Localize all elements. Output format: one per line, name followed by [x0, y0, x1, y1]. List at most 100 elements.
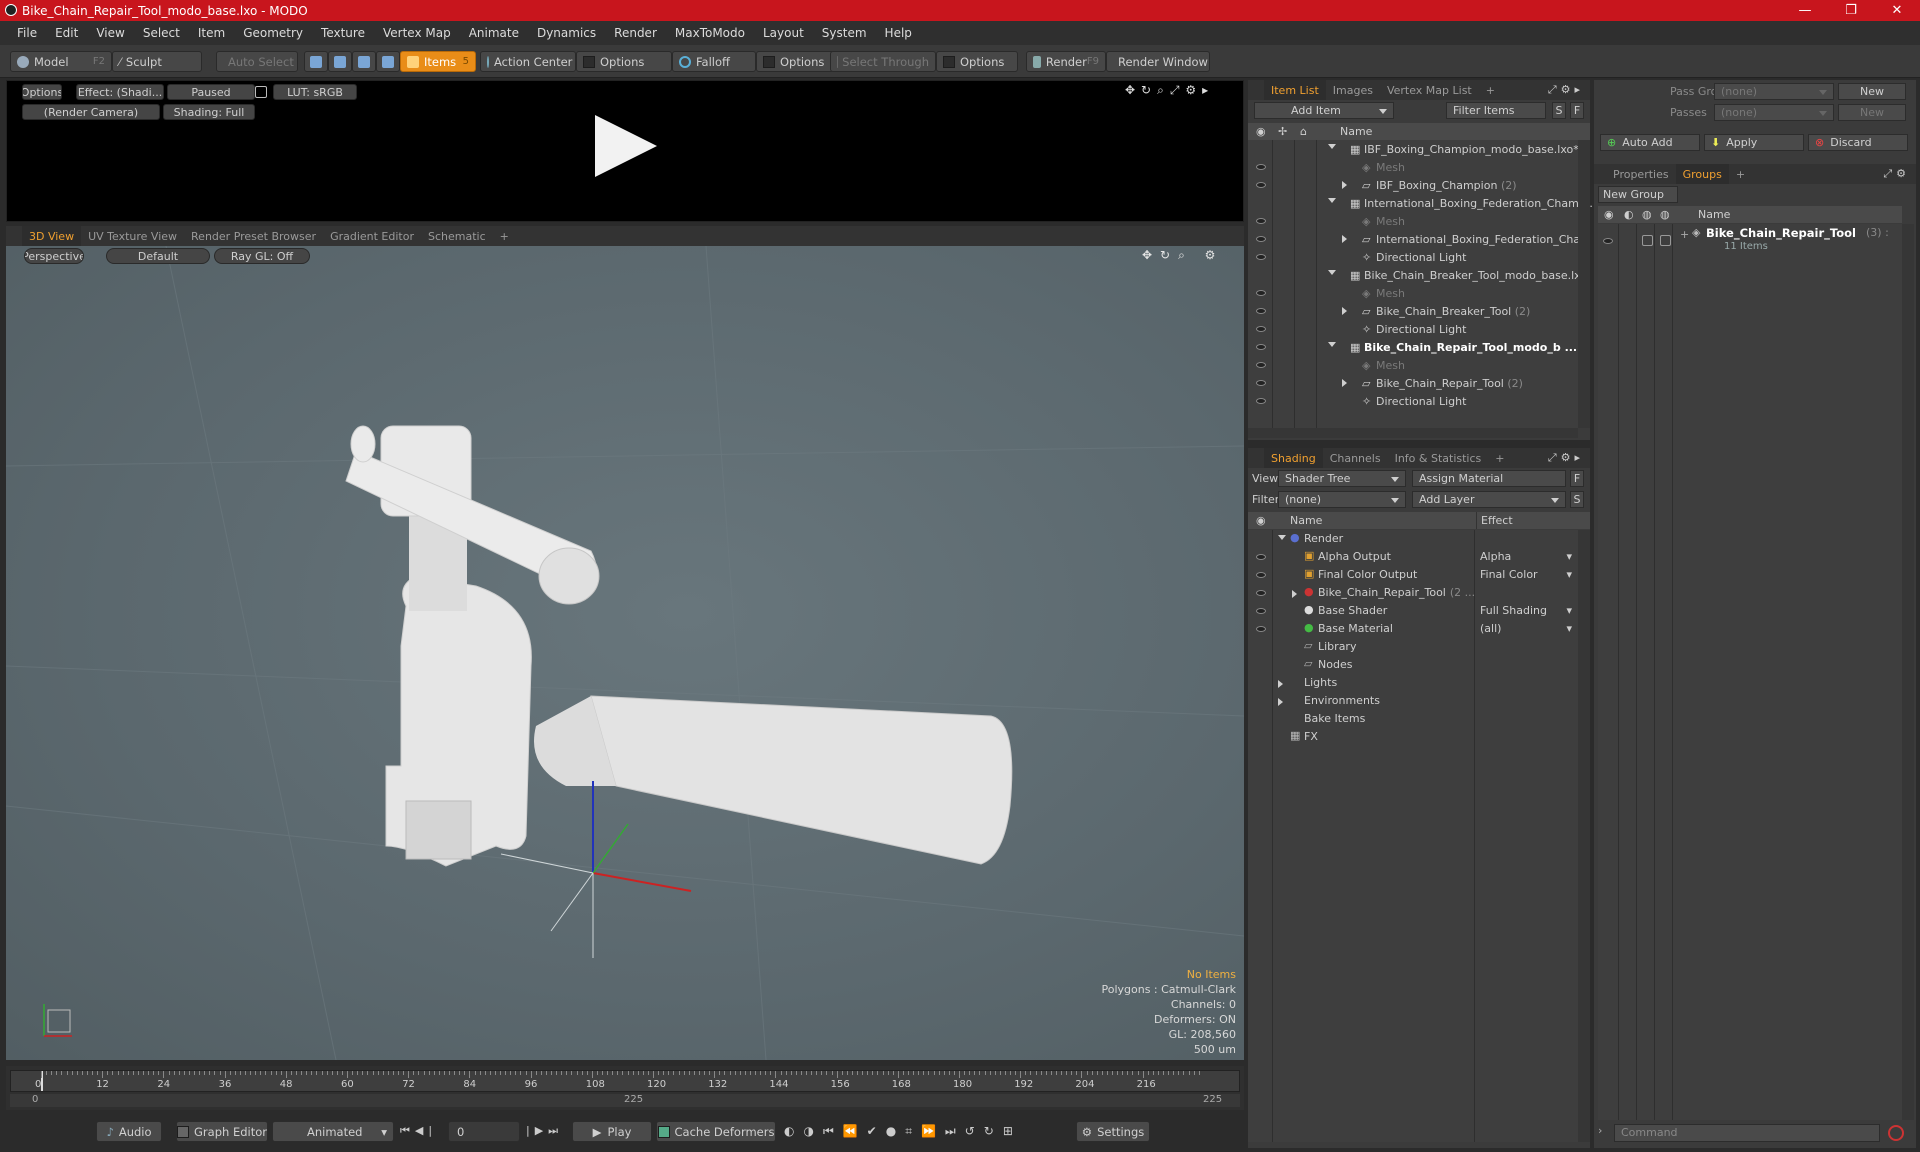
discard-button[interactable]: ⊗ Discard: [1808, 134, 1908, 151]
expand-icon[interactable]: [1328, 269, 1336, 279]
new-group-button[interactable]: New Group: [1598, 186, 1678, 203]
tree-row-mesh[interactable]: ◈ Mesh: [1248, 158, 1578, 176]
visibility-eye-icon[interactable]: [1256, 324, 1266, 334]
ray-gl-toggle[interactable]: Ray GL: Off: [214, 248, 310, 264]
tree-row-group[interactable]: ▱ International_Boxing_Federation_Cha...: [1248, 230, 1591, 248]
shading-s-button[interactable]: S: [1570, 491, 1584, 508]
shader-tree-row[interactable]: ● Base Material (all) ▾: [1248, 620, 1578, 638]
menu-system[interactable]: System: [813, 26, 876, 40]
passes-dropdown[interactable]: (none): [1714, 104, 1834, 121]
settings-button[interactable]: ⚙ Settings: [1076, 1121, 1150, 1142]
chevron-down-icon[interactable]: ▾: [1566, 568, 1572, 581]
expand-icon[interactable]: [1328, 143, 1336, 153]
visibility-eye-icon[interactable]: [1256, 360, 1266, 370]
select-checkbox[interactable]: [1660, 235, 1671, 246]
select-options-button[interactable]: Options: [936, 51, 1018, 72]
panel-options-icons[interactable]: ⤢⚙▸: [1548, 451, 1584, 465]
expand-icon[interactable]: +: [1680, 228, 1689, 241]
falloff-button[interactable]: Falloff: [672, 51, 756, 72]
menu-layout[interactable]: Layout: [754, 26, 813, 40]
visibility-eye-icon[interactable]: [1256, 606, 1266, 616]
tab-item-list[interactable]: Item List: [1264, 80, 1326, 100]
visibility-eye-icon[interactable]: [1256, 306, 1266, 316]
view-dropdown[interactable]: Shader Tree: [1278, 470, 1406, 487]
visibility-eye-icon[interactable]: [1256, 588, 1266, 598]
minimize-button[interactable]: —: [1782, 0, 1828, 21]
tab-uv-texture-view[interactable]: UV Texture View: [81, 226, 184, 246]
expand-icon[interactable]: [1342, 180, 1351, 189]
tree-row-mesh[interactable]: ◈ Mesh: [1248, 356, 1578, 374]
shader-tree-row[interactable]: ● Bike_Chain_Repair_Tool (2 ...: [1248, 584, 1578, 602]
action-center-button[interactable]: Action Center: [480, 51, 576, 72]
auto-select-button[interactable]: Auto Select: [216, 51, 298, 72]
action-center-options-button[interactable]: Options: [576, 51, 672, 72]
visibility-eye-icon[interactable]: [1256, 624, 1266, 634]
lock-checkbox[interactable]: [1642, 235, 1653, 246]
tree-row-scene[interactable]: ▦ International_Boxing_Federation_Cham ..…: [1248, 194, 1593, 212]
menu-edit[interactable]: Edit: [46, 26, 87, 40]
shader-tree-row[interactable]: ▣ Alpha Output Alpha ▾: [1248, 548, 1578, 566]
tree-row-light[interactable]: ✧ Directional Light: [1248, 392, 1578, 410]
shading-dropdown[interactable]: Shading: Full: [163, 104, 255, 120]
expand-icon[interactable]: [1278, 698, 1287, 706]
visibility-eye-icon[interactable]: [1256, 342, 1266, 352]
expand-icon[interactable]: [1328, 341, 1336, 351]
panel-options-icons[interactable]: ⤢⚙: [1883, 167, 1910, 181]
expand-icon[interactable]: [1342, 378, 1351, 387]
tab-info-statistics[interactable]: Info & Statistics: [1388, 448, 1489, 468]
menu-vertex-map[interactable]: Vertex Map: [374, 26, 460, 40]
visibility-eye-icon[interactable]: [1256, 252, 1266, 262]
tree-row-scene[interactable]: ▦ Bike_Chain_Repair_Tool_modo_b ...: [1248, 338, 1578, 356]
expand-icon[interactable]: [1342, 234, 1351, 243]
vertices-select-button[interactable]: [304, 51, 328, 72]
visibility-eye-icon[interactable]: [1256, 234, 1266, 244]
tab-3d-view[interactable]: 3D View: [22, 226, 82, 246]
tab-schematic[interactable]: Schematic: [421, 226, 493, 246]
select-through-button[interactable]: Select Through: [830, 51, 936, 72]
menu-texture[interactable]: Texture: [312, 26, 374, 40]
shader-tree-row[interactable]: Lights: [1248, 674, 1578, 692]
record-icon[interactable]: [1888, 1125, 1904, 1141]
tab-properties[interactable]: Properties: [1606, 164, 1676, 184]
shader-tree-row[interactable]: ● Base Shader Full Shading ▾: [1248, 602, 1578, 620]
visibility-eye-icon[interactable]: [1603, 236, 1613, 246]
visibility-eye-icon[interactable]: [1256, 216, 1266, 226]
visibility-eye-icon[interactable]: [1256, 570, 1266, 580]
tab-render-preset-browser[interactable]: Render Preset Browser: [184, 226, 323, 246]
shader-row-effect[interactable]: (all): [1480, 622, 1501, 635]
menu-select[interactable]: Select: [134, 26, 189, 40]
tree-row-mesh[interactable]: ◈ Mesh: [1248, 212, 1578, 230]
visibility-eye-icon[interactable]: [1256, 180, 1266, 190]
shader-row-effect[interactable]: Full Shading: [1480, 604, 1547, 617]
passes-new-button[interactable]: New: [1838, 104, 1906, 121]
shader-row-effect[interactable]: Final Color: [1480, 568, 1538, 581]
cache-deformers-button[interactable]: Cache Deformers: [656, 1121, 776, 1142]
animated-dropdown[interactable]: Animated ▾: [272, 1121, 394, 1142]
tree-row-mesh[interactable]: ◈ Mesh: [1248, 284, 1578, 302]
menu-help[interactable]: Help: [876, 26, 921, 40]
command-input[interactable]: Command: [1614, 1124, 1880, 1142]
shader-tree-row[interactable]: ▣ Final Color Output Final Color ▾: [1248, 566, 1578, 584]
prev-key-buttons[interactable]: ⏮◀|: [400, 1124, 450, 1140]
add-tab-button[interactable]: +: [1479, 80, 1502, 100]
menu-geometry[interactable]: Geometry: [234, 26, 312, 40]
shader-tree-scrollbar[interactable]: [1578, 530, 1590, 1142]
edges-select-button[interactable]: [328, 51, 352, 72]
preview-effect-dropdown[interactable]: Effect: (Shadi...: [76, 84, 164, 100]
tree-row-light[interactable]: ✧ Directional Light: [1248, 320, 1578, 338]
apply-button[interactable]: ⬇ Apply: [1704, 134, 1804, 151]
visibility-eye-icon[interactable]: [1256, 552, 1266, 562]
default-dropdown[interactable]: Default: [106, 248, 210, 264]
shader-tree-row[interactable]: ▦ FX: [1248, 728, 1578, 746]
graph-editor-button[interactable]: Graph Editor: [176, 1121, 268, 1142]
tab-shading[interactable]: Shading: [1264, 448, 1323, 468]
filter-s-button[interactable]: S: [1552, 102, 1566, 119]
group-row[interactable]: + ◈ Bike_Chain_Repair_Tool (3) : 11 Item…: [1598, 226, 1902, 256]
visibility-eye-icon[interactable]: [1256, 162, 1266, 172]
timeline-ruler[interactable]: 0 12 24 36 48 60 72 84 96 108 120 132 144 156 168 180 19…: [10, 1070, 1240, 1092]
menu-item[interactable]: Item: [189, 26, 234, 40]
play-icon[interactable]: [593, 113, 659, 179]
expand-icon[interactable]: [1278, 535, 1286, 544]
expand-icon[interactable]: [1342, 306, 1351, 315]
shader-tree-row[interactable]: ▱ Library: [1248, 638, 1578, 656]
